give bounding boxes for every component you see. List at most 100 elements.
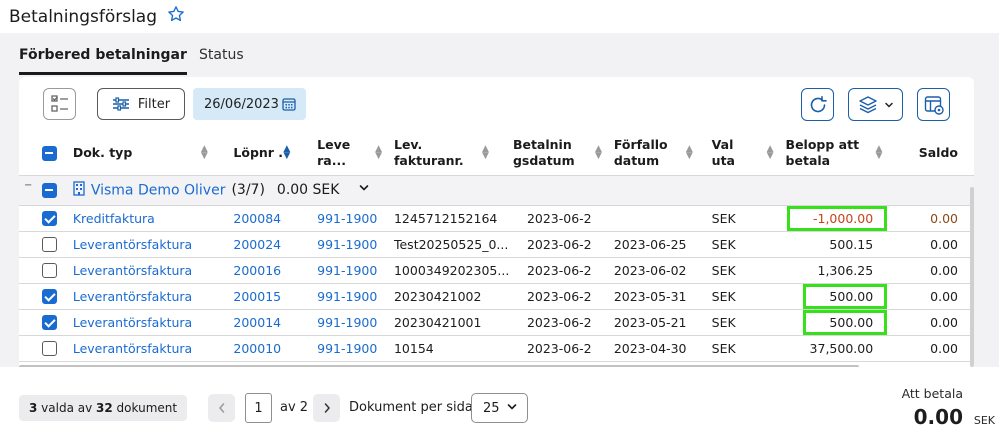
doc-type-link[interactable]: Leverantörsfaktura (73, 237, 192, 252)
previous-page-button[interactable] (208, 394, 235, 422)
row-checkbox[interactable] (42, 263, 57, 278)
belopp-cell[interactable]: -1,000.00 (786, 205, 888, 230)
sort-icon: ▲ ▼ (481, 144, 489, 161)
doc-type-link[interactable]: Leverantörsfaktura (73, 289, 192, 304)
checklist-icon (50, 95, 68, 112)
lopnr-link[interactable]: 200015 (233, 289, 281, 304)
row-checkbox[interactable] (42, 341, 57, 356)
valuta-cell: SEK (711, 257, 786, 284)
doc-type-link[interactable]: Leverantörsfaktura (73, 315, 192, 330)
app-header: Betalningsförslag (0, 0, 999, 33)
doc-type-link[interactable]: Leverantörsfaktura (73, 263, 192, 278)
date-picker[interactable]: 26/06/2023 (193, 88, 306, 120)
fakturanr-cell: 1000349202305... (393, 257, 513, 284)
betalningsdatum-cell: 2023-06-2 (512, 231, 614, 258)
belopp-cell[interactable]: 500.00 (803, 283, 888, 308)
table-row[interactable]: Leverantörsfaktura 200024 991-1900 Test2025… (19, 231, 974, 258)
fakturanr-cell: 1245712152164 (393, 205, 513, 232)
column-header-forfallodatum[interactable]: Förfallo datum ▲ ▼ (613, 132, 712, 176)
table-row[interactable]: Leverantörsfaktura 200014 991-1900 20230421… (19, 309, 974, 336)
fakturanr-cell: 10154 (393, 335, 513, 362)
lopnr-link[interactable]: 200024 (233, 237, 281, 252)
sort-icon: ▲ ▼ (594, 144, 602, 161)
column-header-lopnr[interactable]: Löpnr . ▲ ▼ (233, 132, 318, 176)
tab-forbered-betalningar[interactable]: Förbered betalningar (19, 47, 187, 75)
group-count: (3/7) (231, 182, 265, 198)
column-header-betalningsdatum[interactable]: Betalnin gsdatum ▲ ▼ (512, 132, 614, 176)
spreadsheet-settings-button[interactable] (917, 88, 950, 121)
belopp-cell[interactable]: 500.00 (803, 309, 888, 334)
leverantor-link[interactable]: 991-1900 (317, 237, 377, 252)
belopp-cell[interactable]: 37,500.00 (786, 338, 886, 359)
belopp-cell[interactable]: 500.15 (805, 234, 885, 255)
collapse-icon[interactable]: − (24, 180, 32, 191)
page-number-input[interactable]: 1 (245, 393, 272, 423)
lopnr-link[interactable]: 200010 (233, 341, 281, 356)
sliders-icon (112, 97, 129, 111)
column-header-fakturanr[interactable]: Lev. fakturanr. ▲ ▼ (393, 132, 513, 176)
column-header-doc-type[interactable]: Dok. typ ▲ ▼ (72, 132, 234, 176)
selected-suffix-text: dokument (112, 401, 178, 415)
betalningsdatum-cell: 2023-06-2 (512, 283, 614, 310)
betalningsdatum-cell: 2023-06-2 (512, 309, 614, 336)
column-header-belopp[interactable]: Belopp att betala ▲ ▼ (785, 132, 896, 176)
lopnr-link[interactable]: 200016 (233, 263, 281, 278)
pay-label: Att betala (901, 386, 963, 401)
lopnr-link[interactable]: 200014 (233, 315, 281, 330)
betalningsdatum-cell: 2023-06-2 (512, 205, 614, 232)
refresh-button[interactable] (801, 88, 834, 121)
table-row[interactable]: Leverantörsfaktura 200015 991-1900 20230421… (19, 283, 974, 310)
row-checkbox[interactable] (42, 315, 57, 330)
leverantor-link[interactable]: 991-1900 (317, 341, 377, 356)
sort-icon: ▲ ▼ (875, 144, 883, 161)
doc-type-link[interactable]: Leverantörsfaktura (73, 341, 192, 356)
pay-currency: SEK (973, 414, 995, 427)
row-checkbox[interactable] (42, 289, 57, 304)
star-outline-icon[interactable] (167, 5, 185, 28)
column-header-leverantor[interactable]: Leve ra... ▲ ▼ (317, 132, 394, 176)
table-row[interactable]: Leverantörsfaktura 200016 991-1900 10003492… (19, 257, 974, 284)
leverantor-link[interactable]: 991-1900 (317, 289, 377, 304)
saldo-cell: 0.00 (895, 283, 974, 310)
table-settings-icon (924, 95, 944, 115)
filter-button[interactable]: Filter (97, 88, 185, 120)
select-mode-button[interactable] (43, 88, 76, 120)
tab-bar: Förbered betalningar Status (0, 33, 999, 77)
group-row[interactable]: − Visma Demo Oliver (3/7) 0.00 SEK (19, 175, 974, 206)
leverantor-link[interactable]: 991-1900 (317, 315, 377, 330)
betalningsdatum-cell: 2023-06-2 (512, 257, 614, 284)
lopnr-link[interactable]: 200084 (233, 211, 281, 226)
leverantor-link[interactable]: 991-1900 (317, 263, 377, 278)
row-checkbox[interactable] (42, 237, 57, 252)
pay-amount: 0.00 (913, 405, 963, 429)
doc-type-link[interactable]: Kreditfaktura (73, 211, 155, 226)
belopp-cell[interactable]: 1,306.25 (794, 260, 886, 281)
chevron-left-icon (218, 403, 224, 413)
saldo-cell: 0.00 (895, 231, 974, 258)
sort-icon: ▲ ▼ (375, 144, 383, 161)
saldo-cell: 0.00 (895, 309, 974, 336)
vertical-scrollbar[interactable] (970, 187, 974, 367)
tab-status[interactable]: Status (199, 47, 244, 63)
column-header-valuta[interactable]: Val uta ▲ ▼ (711, 132, 786, 176)
chevron-down-icon[interactable] (358, 182, 370, 198)
table-row[interactable]: Kreditfaktura 200084 991-1900 1245712152164… (19, 205, 974, 232)
per-page-select[interactable]: 25 (471, 393, 528, 423)
column-header-saldo[interactable]: Saldo (895, 132, 974, 176)
valuta-cell: SEK (711, 309, 786, 336)
forfallodatum-cell: 2023-04-30 (613, 335, 712, 362)
valuta-cell: SEK (711, 335, 786, 362)
group-name[interactable]: Visma Demo Oliver (91, 182, 226, 198)
group-checkbox[interactable] (42, 182, 57, 198)
fakturanr-cell: 20230421002 (393, 283, 513, 310)
table-row[interactable]: Leverantörsfaktura 200010 991-1900 10154 202… (19, 335, 974, 362)
row-checkbox[interactable] (42, 211, 57, 226)
select-all-checkbox[interactable] (42, 146, 57, 162)
footer-bar: 3 valda av 32 dokument 1 av 2 Dokument p… (0, 367, 999, 443)
building-icon (73, 180, 85, 200)
per-page-value: 25 (483, 400, 500, 416)
layers-menu-button[interactable] (848, 88, 903, 121)
forfallodatum-cell (613, 205, 712, 232)
leverantor-link[interactable]: 991-1900 (317, 211, 377, 226)
next-page-button[interactable] (313, 394, 340, 422)
